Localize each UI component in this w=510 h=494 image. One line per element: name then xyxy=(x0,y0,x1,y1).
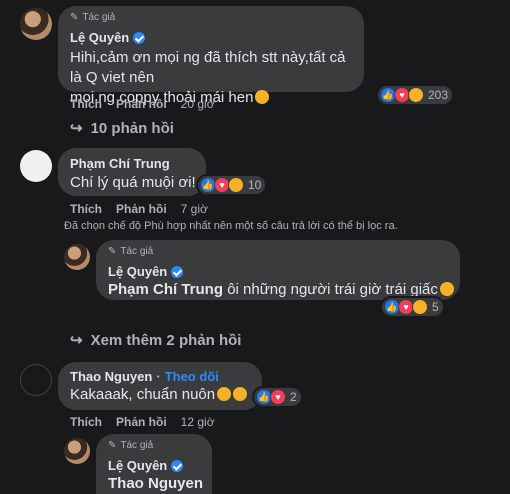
reply-button[interactable]: Phản hồi xyxy=(116,202,167,216)
author-badge: ✎ Tác giả xyxy=(70,12,116,23)
verified-badge-icon xyxy=(133,31,146,44)
kiss-emoji-icon xyxy=(217,387,232,401)
comment-author-name[interactable]: Thao Nguyen · Theo dõi xyxy=(70,369,219,384)
like-button[interactable]: Thích xyxy=(70,202,102,216)
haha-reaction-icon xyxy=(228,177,244,193)
comment-text: Kakaaak, chuẩn nuôn xyxy=(70,385,248,405)
view-replies-button[interactable]: ↪ 10 phản hồi xyxy=(70,119,174,138)
author-badge: ✎ Tác giả xyxy=(108,440,154,451)
verified-badge-icon xyxy=(171,459,184,472)
haha-reaction-icon xyxy=(408,87,424,103)
pencil-icon: ✎ xyxy=(108,246,117,257)
grinning-emoji-icon xyxy=(439,282,454,296)
timestamp[interactable]: 20 giờ xyxy=(181,97,215,111)
comment-author-name[interactable]: Lệ Quyên xyxy=(70,30,146,45)
comment-actions: Thích Phản hồi 7 giờ xyxy=(70,202,208,216)
comment-author-name[interactable]: Lệ Quyên xyxy=(108,264,184,279)
mention-link[interactable]: Phạm Chí Trung xyxy=(108,281,223,298)
avatar[interactable] xyxy=(20,150,52,182)
avatar[interactable] xyxy=(64,244,90,270)
pencil-icon: ✎ xyxy=(108,440,117,451)
mention-link[interactable]: Thao Nguyen xyxy=(108,475,203,492)
love-reaction-icon: ♥ xyxy=(270,389,286,405)
filter-notice: Đã chọn chế độ Phù hợp nhất nên một số c… xyxy=(64,220,398,232)
avatar[interactable] xyxy=(20,364,52,396)
comment-text: Phạm Chí Trung ôi những người trái giờ t… xyxy=(108,280,454,300)
reaction-summary[interactable]: 👍 ♥ 2 xyxy=(254,388,301,406)
like-button[interactable]: Thích xyxy=(70,97,102,111)
comment-author-name[interactable]: Lệ Quyên xyxy=(108,458,184,473)
timestamp[interactable]: 7 giờ xyxy=(181,202,208,216)
haha-reaction-icon xyxy=(412,299,428,315)
reply-button[interactable]: Phản hồi xyxy=(116,415,167,429)
pencil-icon: ✎ xyxy=(70,12,79,23)
comment-text: Chí lý quá muội ơi! xyxy=(70,174,196,191)
verified-badge-icon xyxy=(171,265,184,278)
reaction-summary[interactable]: 👍 ♥ 5 xyxy=(382,298,443,316)
comment-text: Thao Nguyen xyxy=(108,474,203,494)
author-badge: ✎ Tác giả xyxy=(108,246,154,257)
reply-arrow-icon: ↪ xyxy=(70,120,83,137)
reply-button[interactable]: Phản hồi xyxy=(116,97,167,111)
timestamp[interactable]: 12 giờ xyxy=(181,415,215,429)
kiss-emoji-icon xyxy=(233,387,248,401)
comment-author-name[interactable]: Phạm Chí Trung xyxy=(70,156,170,171)
avatar[interactable] xyxy=(20,8,52,40)
see-more-replies-button[interactable]: ↪ Xem thêm 2 phản hồi xyxy=(70,331,241,350)
like-button[interactable]: Thích xyxy=(70,415,102,429)
smiling-hearts-emoji-icon xyxy=(255,90,270,104)
comment-actions: Thích Phản hồi 20 giờ xyxy=(70,97,215,111)
avatar[interactable] xyxy=(64,438,90,464)
separator-dot: · xyxy=(156,369,161,384)
comment-actions: Thích Phản hồi 12 giờ xyxy=(70,415,215,429)
reaction-summary[interactable]: 👍 ♥ 203 xyxy=(378,86,453,104)
follow-button[interactable]: Theo dõi xyxy=(165,369,219,384)
reply-arrow-icon: ↪ xyxy=(70,332,83,349)
reaction-summary[interactable]: 👍 ♥ 10 xyxy=(198,176,266,194)
